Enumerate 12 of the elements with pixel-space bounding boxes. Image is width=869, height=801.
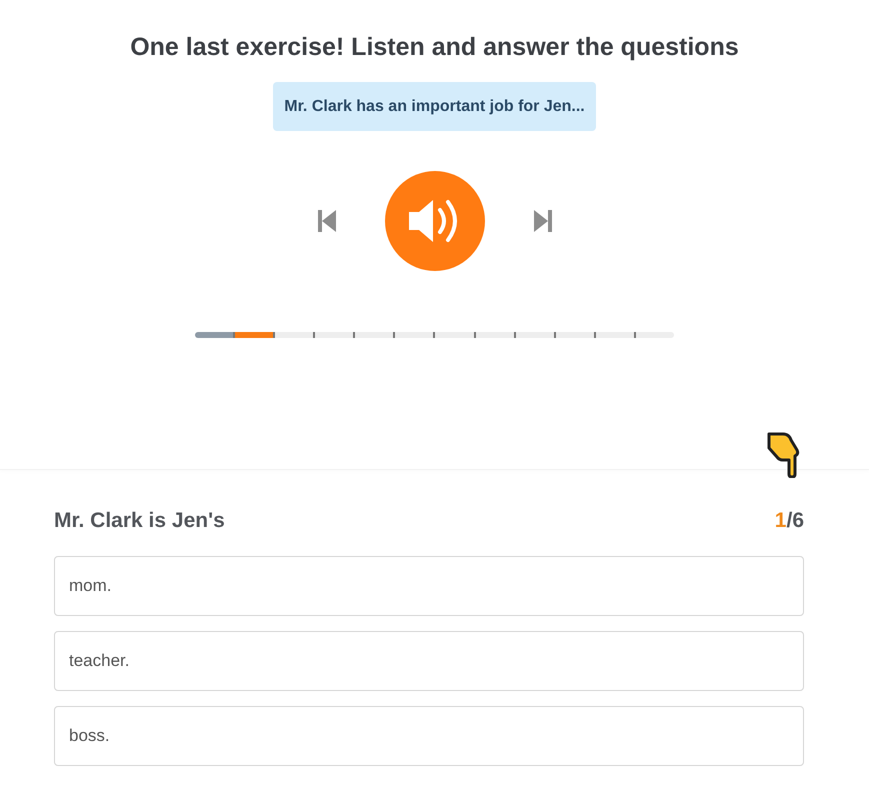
skip-forward-icon xyxy=(532,210,552,232)
answer-option[interactable]: boss. xyxy=(54,706,804,766)
question-counter: 1/6 xyxy=(774,508,804,534)
answer-option[interactable]: mom. xyxy=(54,556,804,616)
skip-back-icon xyxy=(316,210,336,232)
exercise-title: One last exercise! Listen and answer the questions xyxy=(130,32,739,63)
caption-banner: Mr. Clark has an important job for Jen... xyxy=(273,82,596,131)
next-button[interactable] xyxy=(532,209,552,233)
answer-option[interactable]: teacher. xyxy=(54,631,804,691)
question-text: Mr. Clark is Jen's xyxy=(54,508,225,534)
pointing-hand-icon xyxy=(765,432,801,478)
previous-button[interactable] xyxy=(316,209,336,233)
